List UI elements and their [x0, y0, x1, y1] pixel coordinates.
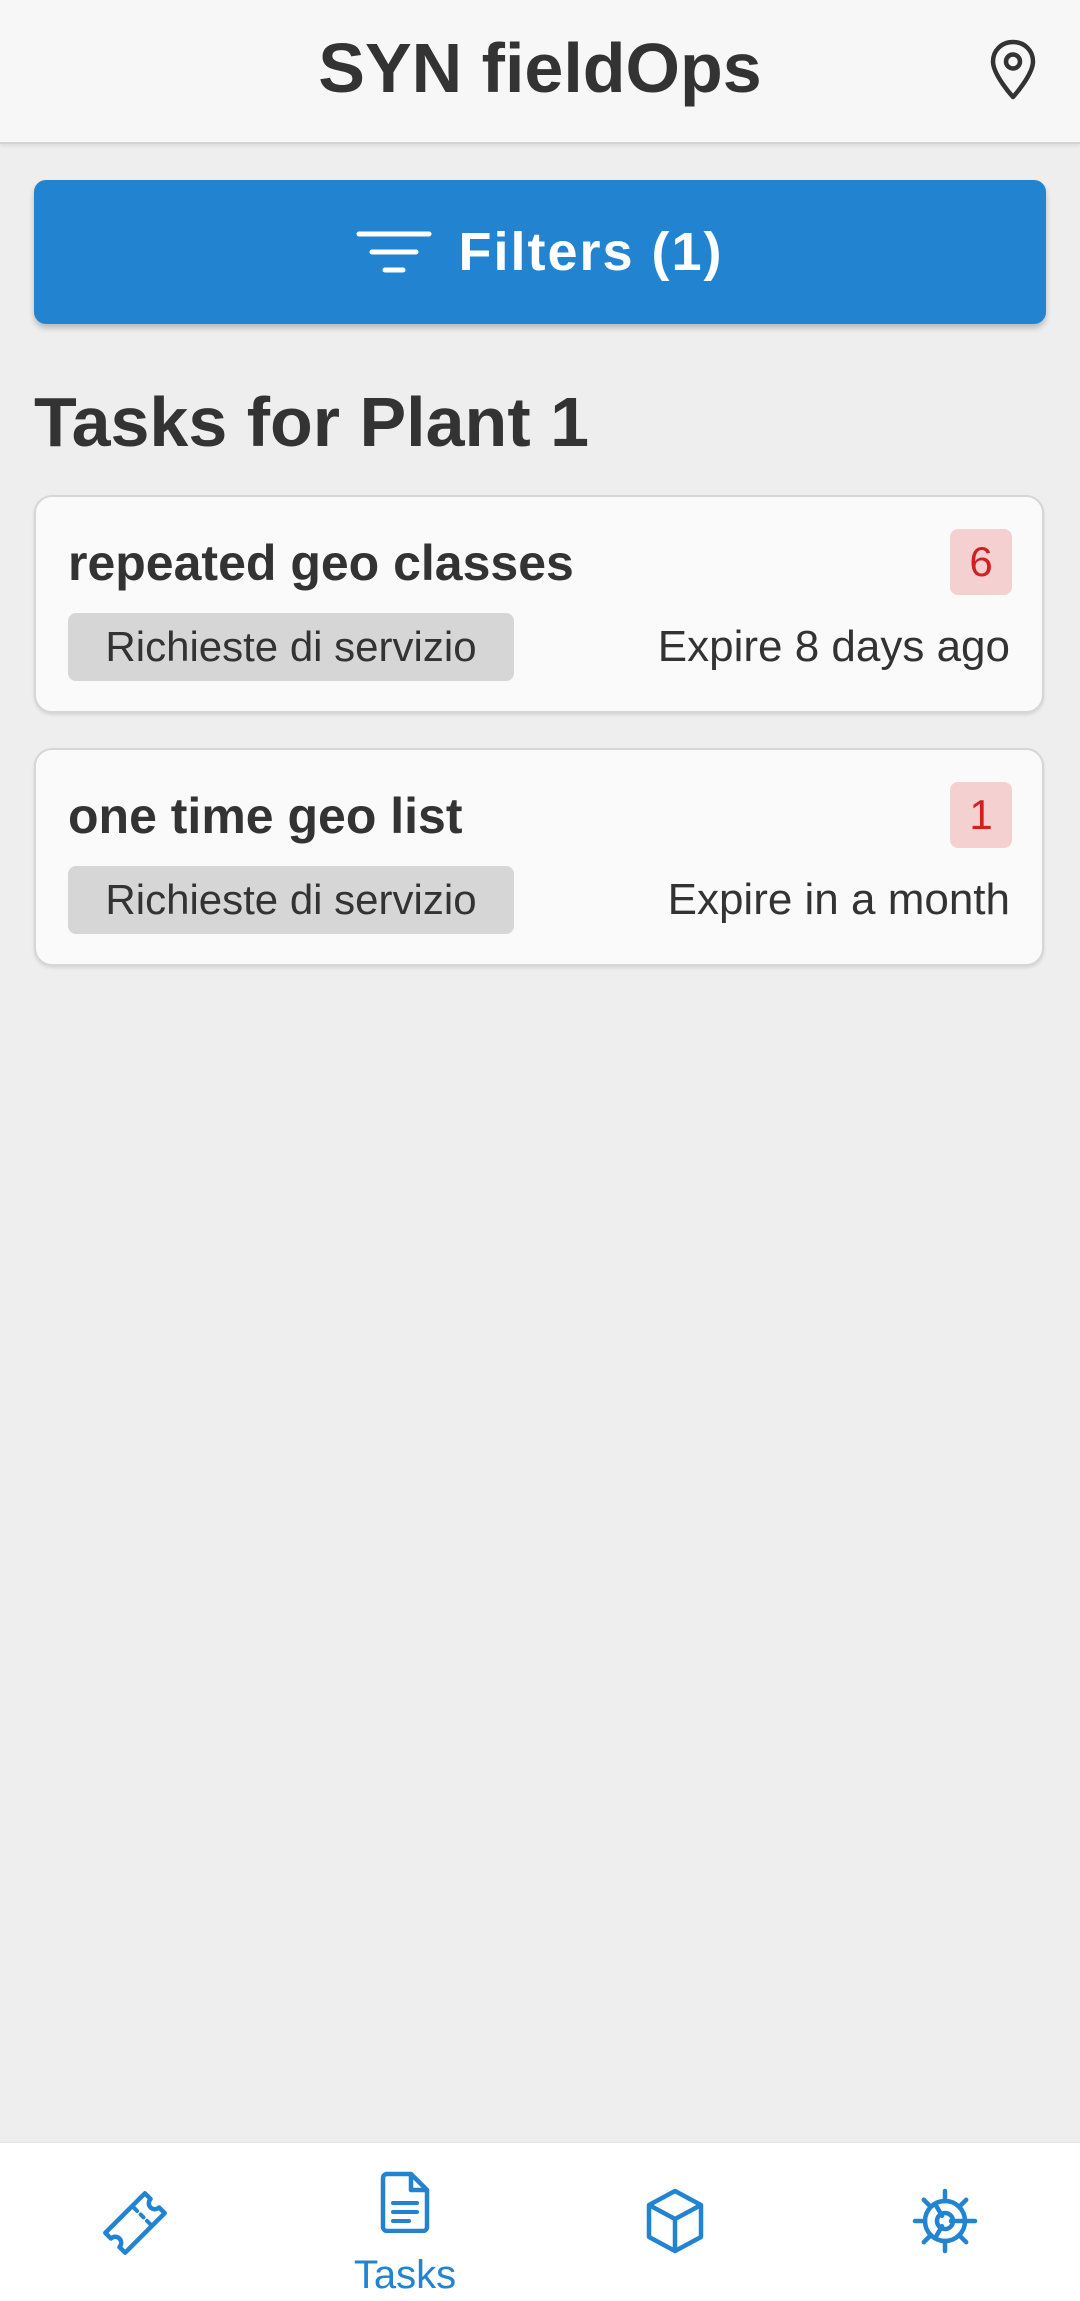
filter-lines-icon — [356, 227, 432, 277]
app-title: SYN fieldOps — [318, 29, 762, 107]
expire-text: Expire 8 days ago — [657, 622, 1010, 671]
ticket-icon — [103, 2191, 167, 2255]
task-title: one time geo list — [68, 788, 463, 844]
nav-item-tasks[interactable]: Tasks — [270, 2143, 540, 2301]
category-tag: Richieste di servizio — [68, 866, 514, 934]
gear-icon — [912, 2188, 978, 2254]
category-tag: Richieste di servizio — [68, 613, 514, 681]
map-pin-icon — [990, 39, 1036, 100]
filters-button[interactable]: Filters (1) — [34, 180, 1046, 324]
document-icon — [380, 2171, 430, 2233]
task-card[interactable]: repeated geo classes 6 Richieste di serv… — [34, 495, 1044, 713]
nav-item-inventory[interactable] — [540, 2143, 810, 2301]
filters-label: Filters (1) — [458, 222, 724, 282]
count-badge: 1 — [950, 782, 1012, 848]
count-badge: 6 — [950, 529, 1012, 595]
task-title: repeated geo classes — [68, 535, 574, 591]
nav-label-tasks: Tasks — [353, 2253, 457, 2297]
expire-text: Expire in a month — [667, 875, 1010, 924]
nav-item-settings[interactable] — [810, 2143, 1080, 2301]
location-button[interactable] — [978, 34, 1048, 106]
nav-item-tickets[interactable] — [0, 2143, 270, 2301]
cube-icon — [646, 2188, 704, 2254]
app-header: SYN fieldOps — [0, 0, 1080, 144]
task-card[interactable]: one time geo list 1 Richieste di servizi… — [34, 748, 1044, 966]
bottom-nav: Tasks — [0, 2142, 1080, 2301]
page-title: Tasks for Plant 1 — [34, 383, 590, 461]
